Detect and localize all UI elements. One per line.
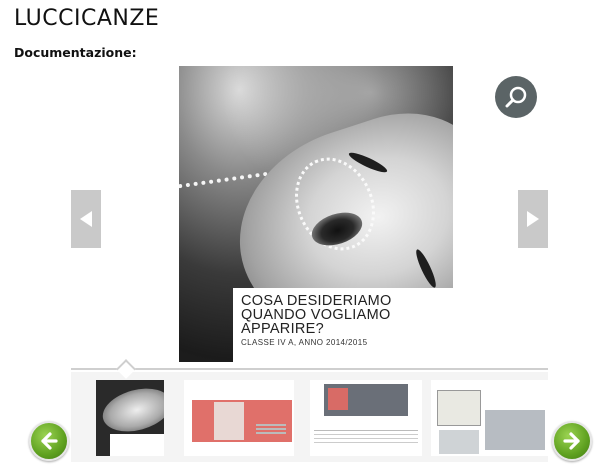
documentation-label: Documentazione: bbox=[14, 45, 137, 60]
slide-caption-line-2: QUANDO VOGLIAMO bbox=[241, 307, 391, 323]
next-slide-button[interactable] bbox=[518, 190, 548, 248]
thumbnail-2-picture bbox=[214, 402, 244, 440]
thumbnail-4-classroom-2 bbox=[439, 430, 479, 454]
thumbnail-3[interactable] bbox=[310, 380, 422, 456]
thumbnail-4[interactable] bbox=[431, 380, 548, 456]
previous-slide-button[interactable] bbox=[71, 190, 101, 248]
green-arrow-right-icon bbox=[563, 432, 580, 450]
thumbnails-next-button[interactable] bbox=[552, 421, 592, 461]
thumbnail-2-text bbox=[256, 424, 286, 426]
thumbnail-4-board bbox=[437, 390, 481, 426]
thumbnail-strip-divider bbox=[71, 368, 548, 370]
triangle-right-icon bbox=[527, 211, 539, 227]
slide-caption-line-3: APPARIRE? bbox=[241, 321, 325, 337]
slide-caption-line-1: COSA DESIDERIAMO bbox=[241, 293, 392, 309]
thumbnail-1[interactable] bbox=[96, 380, 164, 456]
zoom-button[interactable] bbox=[495, 76, 537, 118]
thumbnail-strip bbox=[71, 372, 548, 462]
main-slide-image[interactable]: COSA DESIDERIAMO QUANDO VOGLIAMO APPARIR… bbox=[179, 66, 453, 362]
slide-caption-subtitle: CLASSE IV A, ANNO 2014/2015 bbox=[241, 338, 368, 347]
triangle-left-icon bbox=[80, 211, 92, 227]
page-title: LUCCICANZE bbox=[14, 6, 160, 31]
thumbnails-previous-button[interactable] bbox=[29, 421, 69, 461]
thumbnail-3-red-block bbox=[328, 388, 348, 410]
thumbnail-4-classroom bbox=[485, 410, 545, 450]
slide-caption-box: COSA DESIDERIAMO QUANDO VOGLIAMO APPARIR… bbox=[233, 288, 453, 362]
magnifier-icon bbox=[505, 86, 527, 108]
thumbnail-1-face bbox=[98, 381, 164, 439]
green-arrow-left-icon bbox=[41, 432, 58, 450]
thumbnail-1-caption bbox=[110, 434, 164, 456]
thumbnail-3-text-lines bbox=[314, 430, 418, 431]
thumbnail-2[interactable] bbox=[184, 380, 294, 456]
